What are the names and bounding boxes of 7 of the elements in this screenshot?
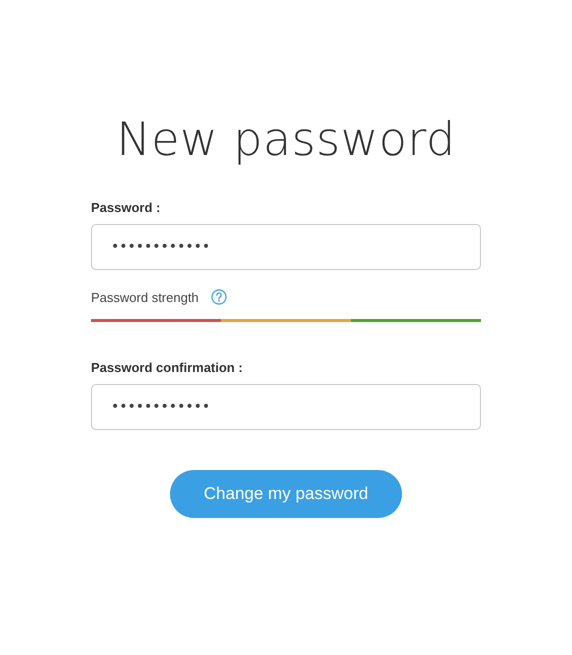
strength-label: Password strength (91, 290, 199, 304)
field-label: Password confirmation : (91, 360, 243, 375)
help-icon[interactable] (210, 289, 227, 305)
password-confirmation-field[interactable]: •••••••••••• (91, 384, 481, 430)
field-label: Password : (91, 200, 160, 215)
page-title: New password (116, 112, 456, 166)
password-field[interactable]: •••••••••••• (91, 224, 481, 270)
